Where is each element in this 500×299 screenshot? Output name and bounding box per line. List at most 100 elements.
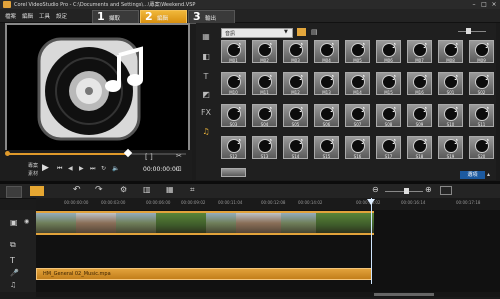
audio-mixer-icon[interactable]: ▥ [143,185,151,194]
play-icon[interactable]: ▶ [42,163,49,173]
menu-file[interactable]: 檔案 [5,12,16,20]
library-options-icon[interactable]: ▤ [311,28,318,36]
prev-frame-icon[interactable]: ◀ [68,165,73,172]
cut-icon[interactable]: ✂ [176,152,182,160]
mark-in-icon[interactable] [5,151,10,156]
menu-tools[interactable]: 工具 [39,12,50,20]
audio-tile[interactable]: ♪ S07 [345,104,370,127]
audio-tile[interactable]: ♪ M10 [221,72,246,95]
menu-settings[interactable]: 設定 [56,12,67,20]
thumbnail-size-slider[interactable] [458,31,486,32]
audio-tile[interactable]: ♪ S20 [469,136,494,159]
video-clip-thumbnails[interactable] [36,211,374,235]
overlay-track[interactable] [36,236,500,255]
slider-handle[interactable] [466,28,471,34]
audio-tile[interactable]: ♪ S08 [376,104,401,127]
music-track-icon[interactable]: ♫ [10,281,16,289]
audio-tile[interactable]: ♪ M16 [407,72,432,95]
graphic-icon[interactable]: ◩ [200,90,212,100]
audio-tile[interactable]: ♪ M06 [376,40,401,63]
audio-tile[interactable]: ♪ S09 [407,104,432,127]
audio-tile[interactable]: ♪ M02 [252,40,277,63]
home-icon[interactable]: ⏮ [57,165,62,173]
filter-icon[interactable]: FX [200,108,212,118]
voice-track-icon[interactable]: 🎤 [10,269,19,277]
video-track-icon[interactable]: ▣ [10,218,18,227]
audio-tile[interactable]: ♪ M01 [221,40,246,63]
volume-icon[interactable]: 🔈 [112,165,119,172]
clip-mode-label[interactable]: 素材 [28,170,38,177]
options-button[interactable]: 選項 [460,171,485,179]
title-icon[interactable]: T [200,72,212,82]
smart-proxy-icon[interactable]: ⚙ [120,185,127,194]
audio-tile[interactable]: ♪ S11 [469,104,494,127]
title-track[interactable] [36,254,500,269]
end-icon[interactable]: ⏭ [90,165,95,173]
audio-tile[interactable]: ♪ S02 [469,72,494,95]
audio-tile[interactable]: ♪ S05 [283,104,308,127]
batch-convert-icon[interactable]: ▦ [166,185,174,194]
audio-tile[interactable]: ♪ M03 [283,40,308,63]
audio-tile[interactable]: ♪ S04 [252,104,277,127]
step-edit[interactable]: 2 編輯 [140,10,187,24]
audio-tile[interactable]: ♪ S16 [345,136,370,159]
mark-brackets-icon[interactable]: [ ] [145,153,153,161]
audio-tile-partial[interactable] [221,168,246,177]
audio-tile[interactable]: ♪ M13 [314,72,339,95]
zoom-out-icon[interactable]: ⊖ [372,185,379,194]
storyboard-view-icon[interactable] [6,186,22,198]
playhead[interactable] [371,198,372,284]
scrollbar-thumb[interactable] [374,293,434,296]
audio-tile[interactable]: ♪ M14 [345,72,370,95]
audio-tile[interactable]: ♪ M15 [376,72,401,95]
zoom-in-icon[interactable]: ⊕ [425,185,432,194]
audio-tile[interactable]: ♪ M07 [407,40,432,63]
repeat-icon[interactable]: ↻ [101,165,106,172]
project-mode-label[interactable]: 專案 [28,162,38,169]
collapse-icon[interactable]: ▴ [487,171,490,178]
timeline-view-icon[interactable] [30,186,44,196]
chapter-point-icon[interactable]: ⌗ [190,185,195,195]
scrub-handle[interactable] [123,148,133,158]
audio-clip[interactable]: HM_General 02_Music.mpa [36,268,372,280]
audio-tile[interactable]: ♪ M05 [345,40,370,63]
category-dropdown[interactable]: 音訊 ▼ [221,28,293,38]
audio-icon[interactable]: ♫ [200,127,212,137]
audio-tile[interactable]: ♪ M12 [283,72,308,95]
audio-tile[interactable]: ♪ M11 [252,72,277,95]
audio-tile[interactable]: ♪ S17 [376,136,401,159]
audio-tile[interactable]: ♪ M04 [314,40,339,63]
audio-tile[interactable]: ♪ S18 [407,136,432,159]
media-icon[interactable]: ▦ [200,32,212,42]
minimize-icon[interactable]: – [470,1,478,8]
overlay-track-icon[interactable]: ⧉ [10,240,16,250]
redo-icon[interactable]: ↷ [95,185,103,195]
folder-add-icon[interactable] [297,28,306,36]
audio-tile[interactable]: ♪ S10 [438,104,463,127]
enlarge-icon[interactable]: ⊡ [176,165,182,173]
audio-tile[interactable]: ♪ S13 [252,136,277,159]
audio-tile[interactable]: ♪ S15 [314,136,339,159]
audio-tile[interactable]: ♪ S03 [221,104,246,127]
step-share[interactable]: 3 輸出 [188,10,235,24]
timeline-scrollbar[interactable] [36,292,500,297]
audio-tile[interactable]: ♪ S19 [438,136,463,159]
video-track[interactable] [36,210,500,237]
preview-window[interactable] [5,23,190,170]
fit-project-icon[interactable] [440,186,452,195]
audio-tile[interactable]: ♪ S01 [438,72,463,95]
zoom-handle[interactable] [404,188,409,194]
audio-tile[interactable]: ♪ M08 [438,40,463,63]
track-visibility-icon[interactable]: ◉ [24,218,29,225]
transition-icon[interactable]: ◧ [200,52,212,62]
maximize-icon[interactable]: □ [480,1,488,8]
title-track-icon[interactable]: T [10,256,15,265]
audio-tile[interactable]: ♪ M09 [469,40,494,63]
step-capture[interactable]: 1 擷取 [92,10,139,24]
audio-tile[interactable]: ♪ S06 [314,104,339,127]
close-icon[interactable]: × [490,1,498,8]
undo-icon[interactable]: ↶ [73,185,81,195]
next-frame-icon[interactable]: ▶ [79,165,84,172]
menu-edit[interactable]: 編輯 [22,12,33,20]
audio-tile[interactable]: ♪ S14 [283,136,308,159]
